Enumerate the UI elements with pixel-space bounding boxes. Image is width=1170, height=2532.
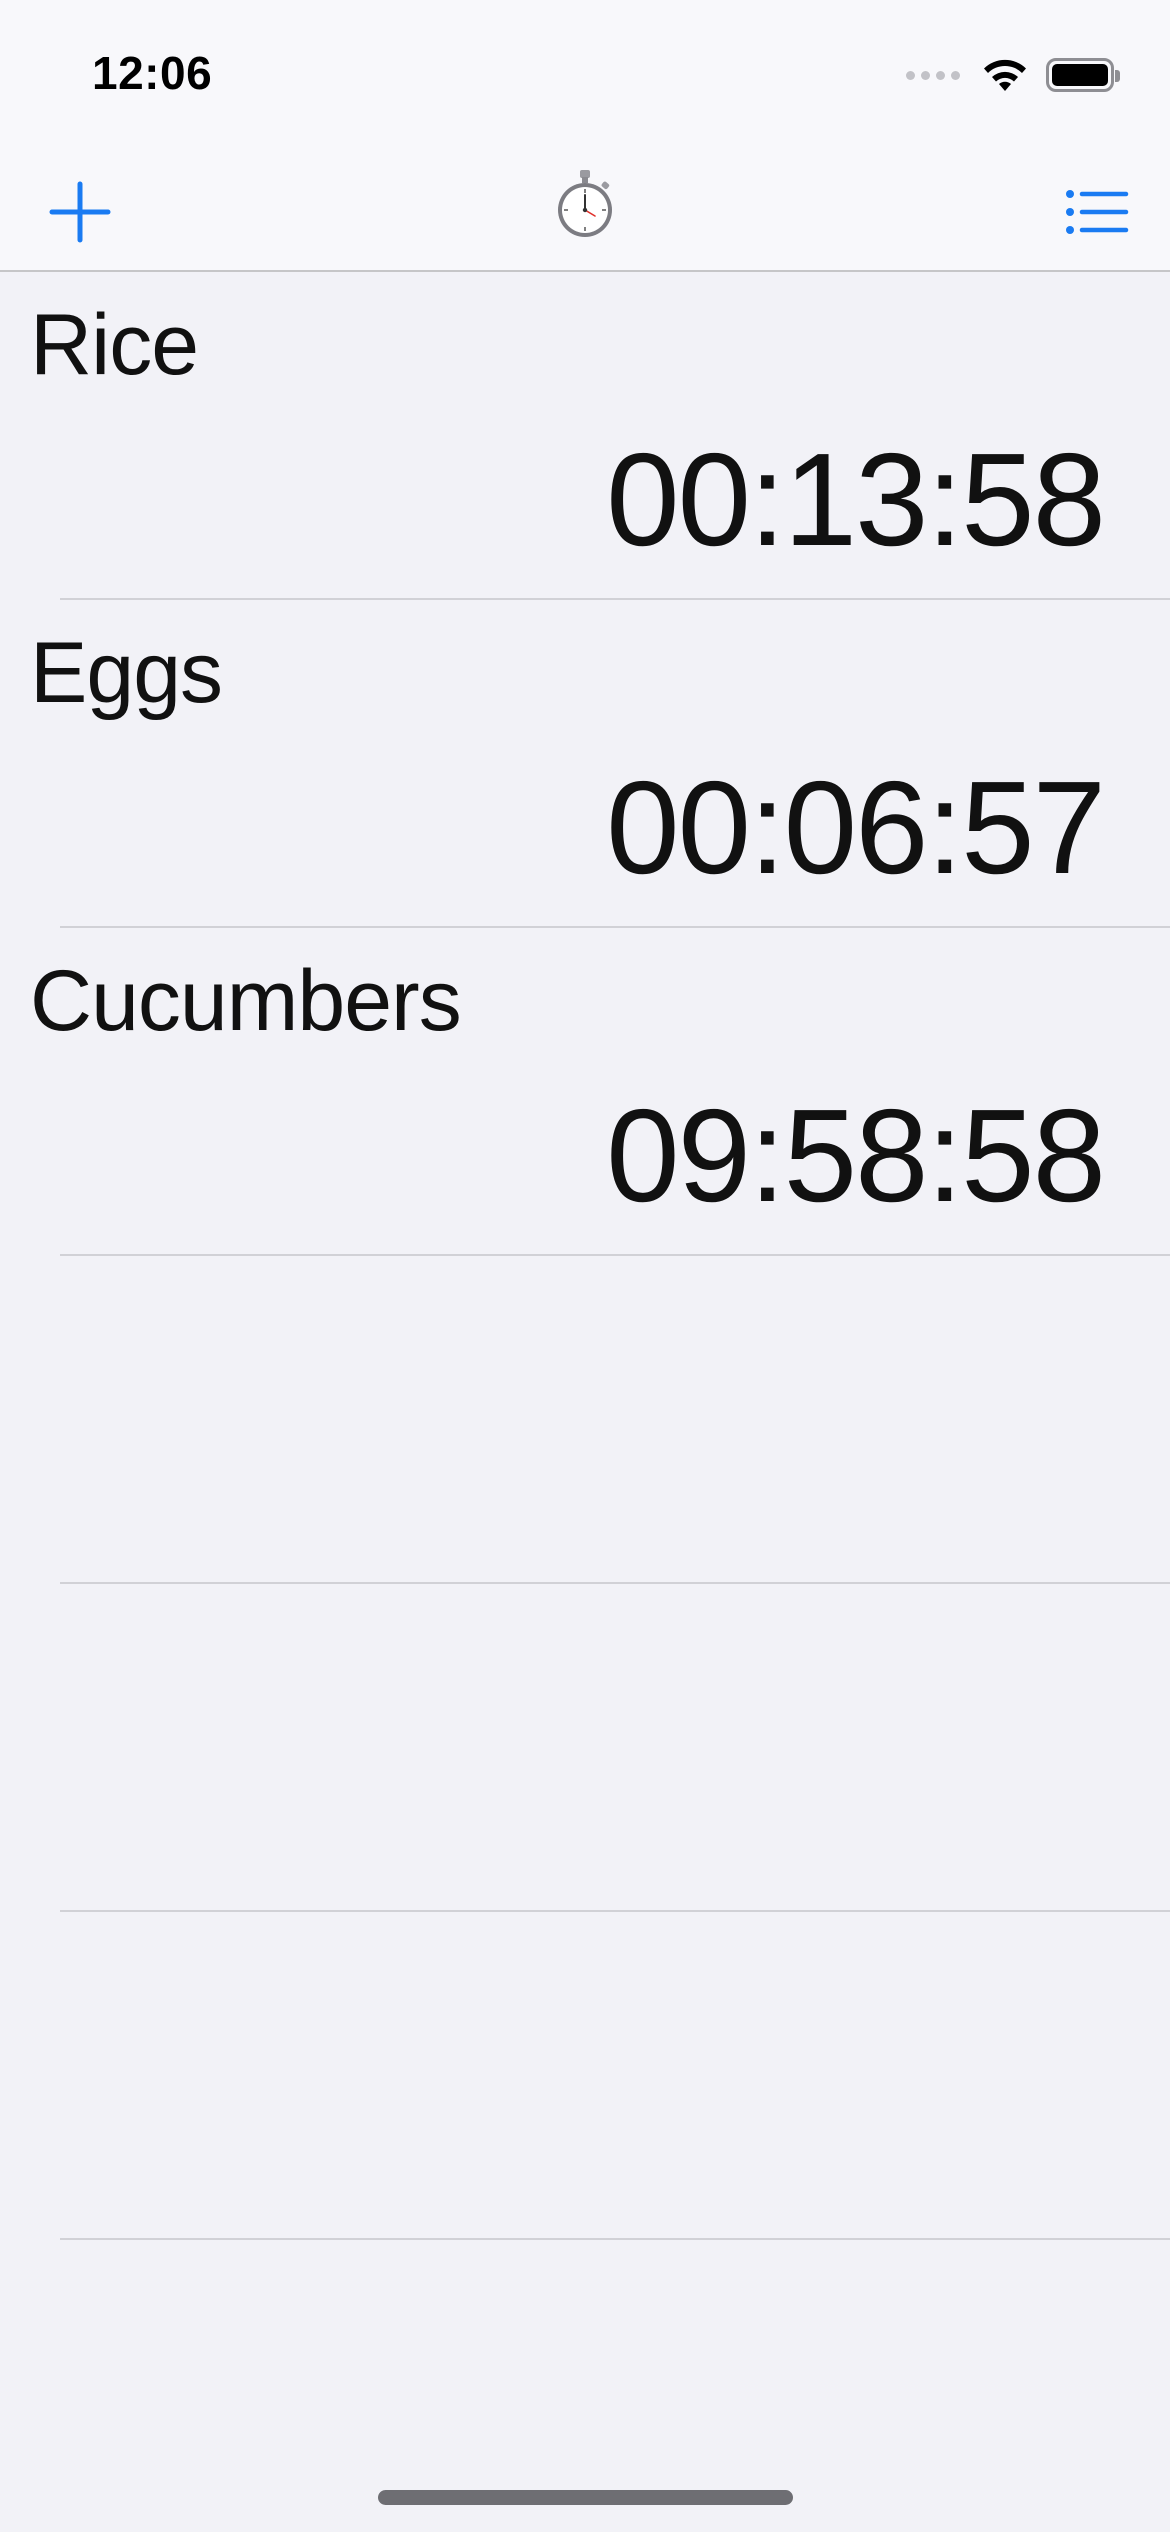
timer-name: Cucumbers (30, 953, 462, 1049)
timer-row-eggs[interactable]: Eggs 00:06:57 (0, 600, 1170, 928)
empty-timer-row[interactable] (0, 1256, 1170, 1584)
list-icon (1066, 190, 1129, 234)
timer-list: Rice 00:13:58 Eggs 00:06:57 Cucumbers 09… (0, 272, 1170, 2240)
timer-countdown: 09:58:58 (606, 1082, 1106, 1229)
status-bar: 12:06 (0, 0, 1170, 140)
timer-name: Eggs (30, 625, 223, 721)
timer-row-cucumbers[interactable]: Cucumbers 09:58:58 (0, 928, 1170, 1256)
top-bar: 12:06 (0, 0, 1170, 272)
timer-name: Rice (30, 297, 199, 393)
add-timer-button[interactable] (40, 172, 120, 252)
navigation-bar (0, 150, 1170, 270)
row-divider (60, 2238, 1170, 2240)
status-time: 12:06 (92, 47, 213, 99)
status-indicators (906, 52, 1120, 98)
empty-timer-row[interactable] (0, 1912, 1170, 2240)
list-menu-button[interactable] (1054, 172, 1134, 252)
timer-row-rice[interactable]: Rice 00:13:58 (0, 272, 1170, 600)
cellular-signal-icon (906, 70, 960, 80)
home-indicator[interactable] (378, 2490, 793, 2505)
empty-timer-row[interactable] (0, 1584, 1170, 1912)
timer-countdown: 00:13:58 (606, 426, 1106, 573)
battery-icon (1046, 58, 1120, 92)
wifi-icon (984, 59, 1026, 91)
plus-icon (49, 181, 111, 243)
stopwatch-icon (558, 170, 612, 237)
timer-countdown: 00:06:57 (606, 754, 1106, 901)
